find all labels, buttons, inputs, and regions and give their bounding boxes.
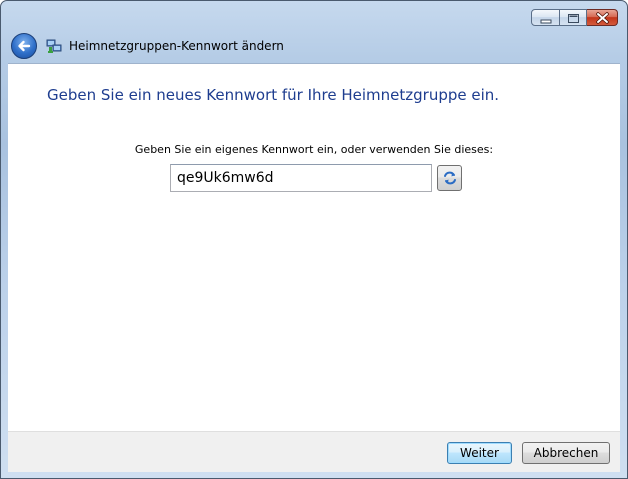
- dialog-title: Heimnetzgruppen-Kennwort ändern: [69, 39, 284, 53]
- back-arrow-icon: [18, 40, 31, 52]
- minimize-icon: [540, 19, 552, 24]
- minimize-button[interactable]: [531, 9, 560, 26]
- maximize-icon: [568, 14, 579, 23]
- maximize-button[interactable]: [560, 9, 587, 26]
- navigation-bar: Heimnetzgruppen-Kennwort ändern: [1, 31, 627, 63]
- content-area: Geben Sie ein neues Kennwort für Ihre He…: [8, 63, 620, 431]
- close-icon: [596, 12, 609, 24]
- title-bar[interactable]: [1, 1, 627, 31]
- next-button[interactable]: Weiter: [447, 442, 512, 464]
- back-button[interactable]: [11, 33, 37, 59]
- generate-password-button[interactable]: [437, 165, 462, 191]
- cancel-button[interactable]: Abbrechen: [522, 442, 610, 464]
- button-bar: Weiter Abbrechen: [8, 431, 620, 472]
- dialog-window: Heimnetzgruppen-Kennwort ändern Geben Si…: [0, 0, 628, 479]
- caption-buttons: [531, 9, 618, 26]
- instruction-heading: Geben Sie ein neues Kennwort für Ihre He…: [47, 86, 500, 104]
- close-button[interactable]: [587, 9, 618, 26]
- password-field-label: Geben Sie ein eigenes Kennwort ein, oder…: [134, 143, 494, 156]
- password-input[interactable]: [170, 164, 432, 192]
- refresh-icon: [444, 171, 456, 185]
- homegroup-network-icon: [46, 38, 62, 54]
